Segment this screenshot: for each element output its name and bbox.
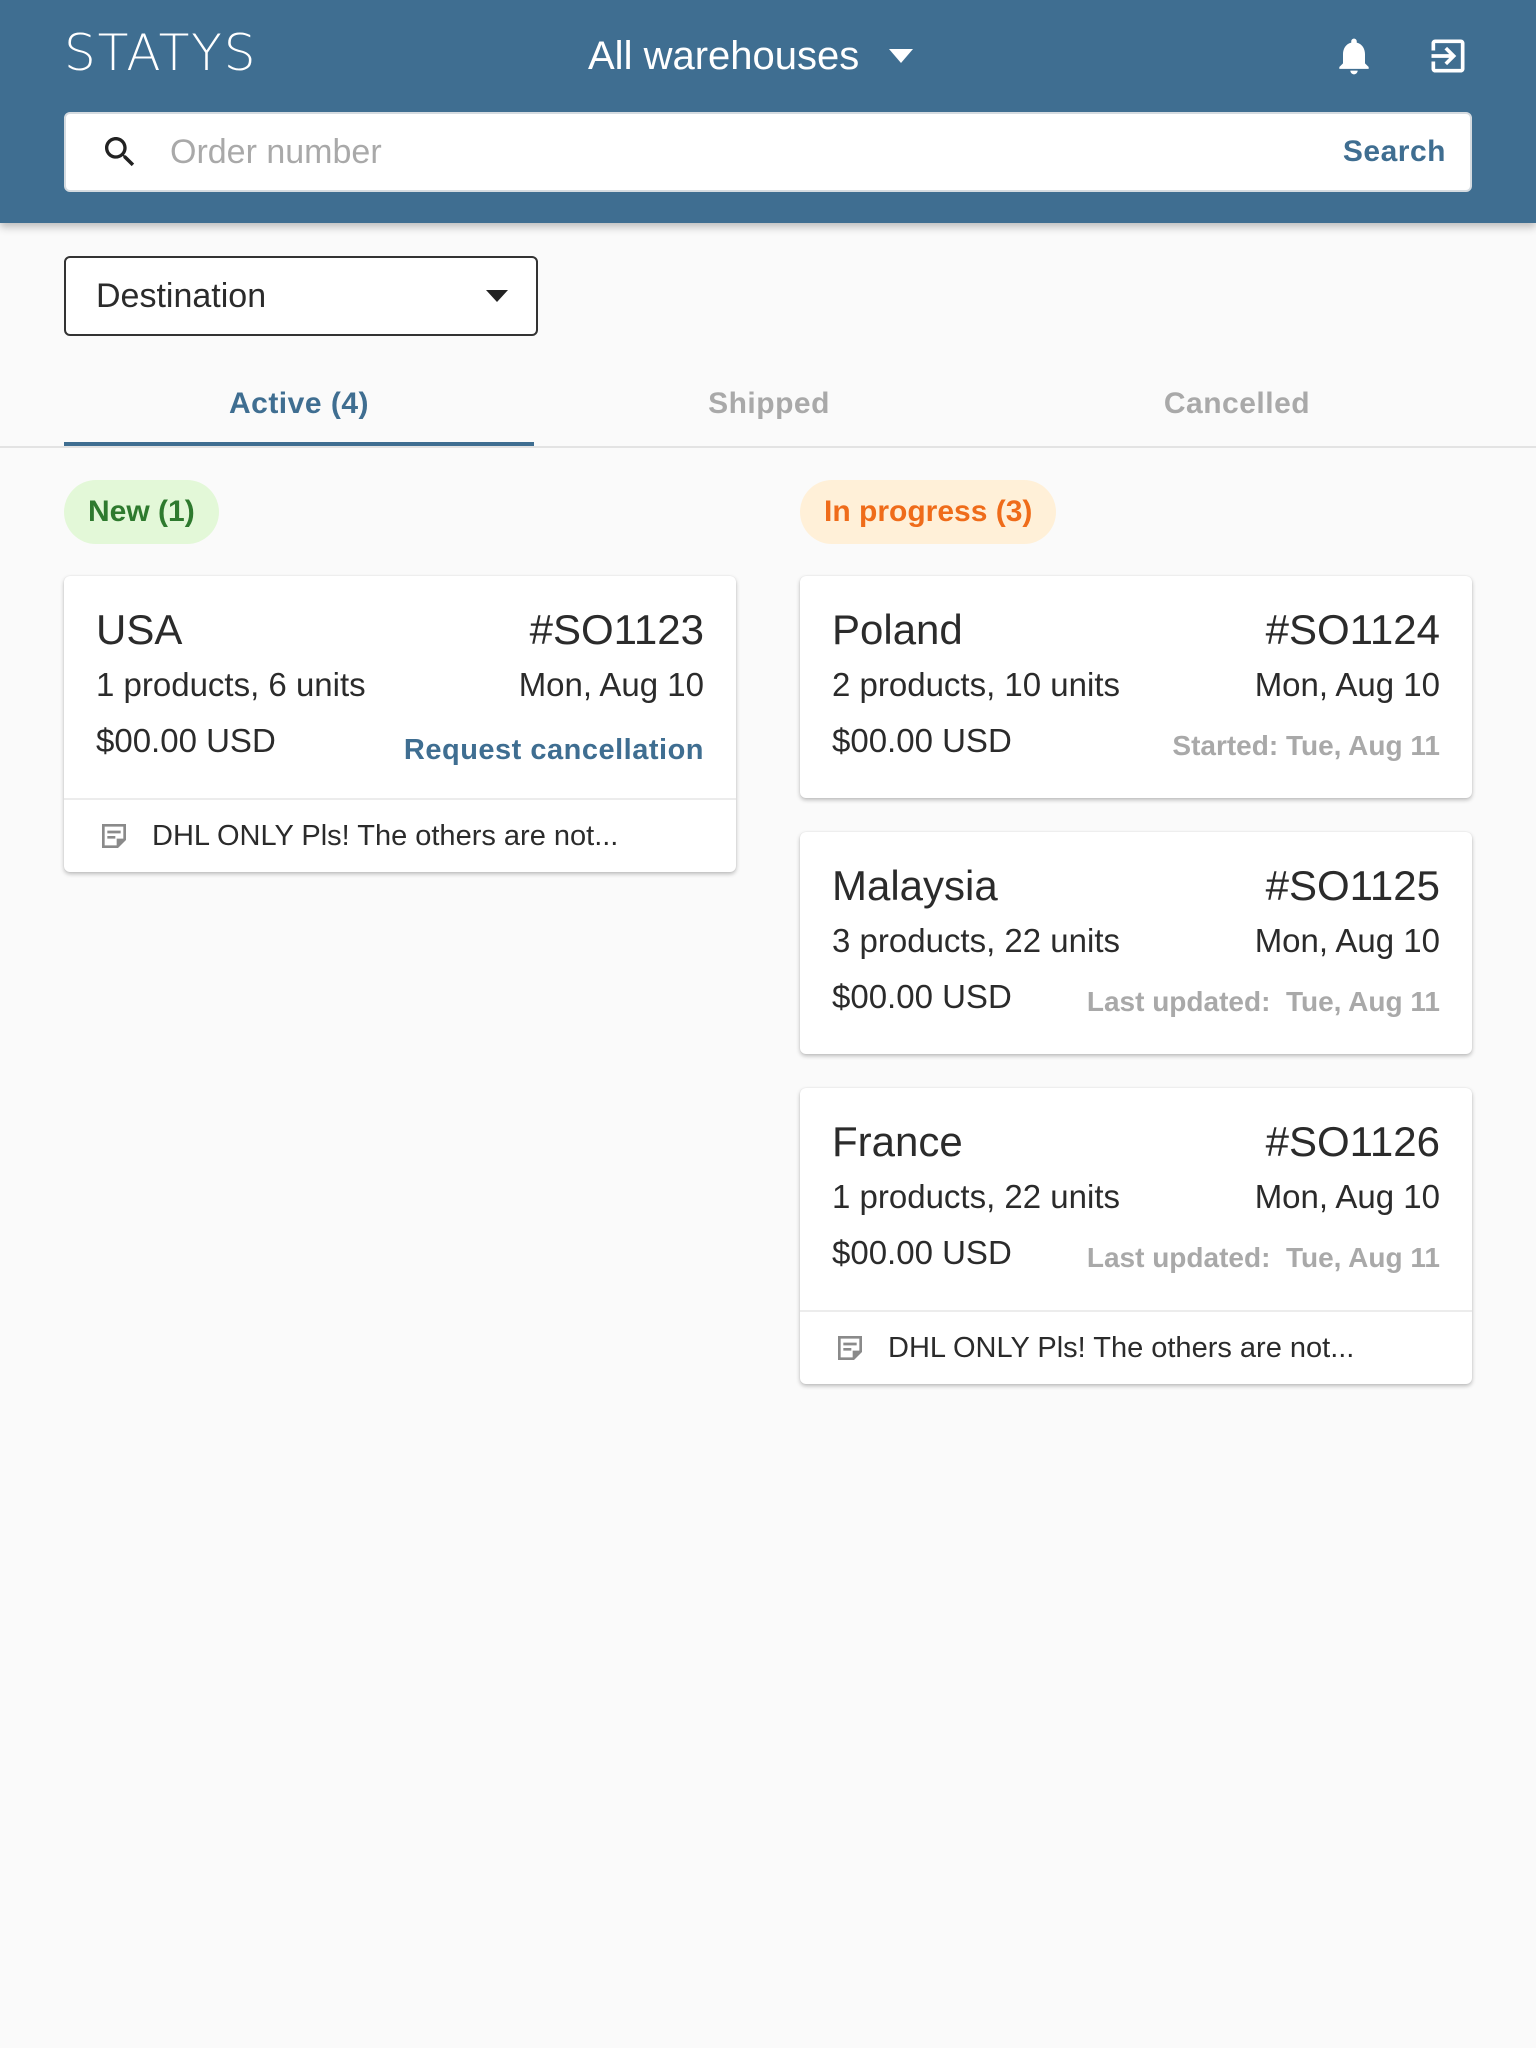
order-products: 3 products, 22 units bbox=[832, 922, 1121, 959]
order-status-meta: Last updated: Tue, Aug 11 bbox=[1086, 986, 1440, 1017]
note-icon bbox=[838, 1336, 862, 1360]
order-card-so1126[interactable]: France #SO1126 1 products, 22 units Mon,… bbox=[800, 1088, 1472, 1384]
order-products: 2 products, 10 units bbox=[832, 666, 1121, 703]
order-date: Mon, Aug 10 bbox=[1254, 1178, 1440, 1215]
order-country: USA bbox=[96, 606, 183, 653]
order-status-meta: Last updated: Tue, Aug 11 bbox=[1086, 1242, 1440, 1273]
order-note-text: DHL ONLY Pls! The others are not... bbox=[888, 1331, 1355, 1364]
order-status-meta: Started: Tue, Aug 11 bbox=[1172, 730, 1440, 761]
order-price: $00.00 USD bbox=[832, 722, 1012, 759]
warehouse-select[interactable]: All warehouses bbox=[588, 28, 914, 84]
tab-shipped[interactable]: Shipped bbox=[534, 360, 1004, 448]
app-header: STATYS All warehouses Search bbox=[0, 0, 1536, 223]
request-cancellation-link[interactable]: Request cancellation bbox=[404, 734, 704, 767]
order-number: #SO1123 bbox=[529, 606, 704, 653]
order-note-text: DHL ONLY Pls! The others are not... bbox=[152, 819, 619, 852]
tab-cancelled[interactable]: Cancelled bbox=[1002, 360, 1472, 448]
destination-select[interactable]: Destination bbox=[64, 256, 538, 336]
order-price: $00.00 USD bbox=[832, 978, 1012, 1015]
tab-active[interactable]: Active (4) bbox=[64, 360, 534, 448]
status-chip-in-progress: In progress (3) bbox=[800, 480, 1057, 544]
status-tabs: Active (4) Shipped Cancelled bbox=[0, 360, 1536, 448]
active-tab-indicator bbox=[64, 442, 534, 446]
app-logo: STATYS bbox=[64, 24, 258, 82]
note-icon bbox=[102, 824, 126, 848]
logout-icon[interactable] bbox=[1422, 30, 1474, 82]
order-price: $00.00 USD bbox=[832, 1234, 1012, 1271]
order-number-input[interactable] bbox=[170, 132, 1343, 172]
order-number: #SO1125 bbox=[1265, 862, 1440, 909]
status-chip-new: New (1) bbox=[64, 480, 219, 544]
order-note: DHL ONLY Pls! The others are not... bbox=[800, 1310, 1472, 1384]
order-price: $00.00 USD bbox=[96, 722, 276, 759]
order-note: DHL ONLY Pls! The others are not... bbox=[64, 798, 736, 872]
caret-down-icon bbox=[486, 290, 508, 302]
order-country: France bbox=[832, 1118, 963, 1165]
warehouse-select-label: All warehouses bbox=[588, 33, 860, 78]
caret-down-icon bbox=[889, 49, 914, 63]
order-date: Mon, Aug 10 bbox=[518, 666, 704, 703]
order-country: Malaysia bbox=[832, 862, 998, 909]
bell-icon[interactable] bbox=[1328, 30, 1380, 82]
order-date: Mon, Aug 10 bbox=[1254, 922, 1440, 959]
search-bar: Search bbox=[64, 112, 1472, 192]
order-products: 1 products, 22 units bbox=[832, 1178, 1121, 1215]
order-card-so1123[interactable]: USA #SO1123 1 products, 6 units Mon, Aug… bbox=[64, 576, 736, 872]
order-card-so1124[interactable]: Poland #SO1124 2 products, 10 units Mon,… bbox=[800, 576, 1472, 798]
order-date: Mon, Aug 10 bbox=[1254, 666, 1440, 703]
destination-select-label: Destination bbox=[96, 276, 267, 315]
order-number: #SO1124 bbox=[1265, 606, 1440, 653]
search-button[interactable]: Search bbox=[1343, 135, 1446, 169]
order-number: #SO1126 bbox=[1265, 1118, 1440, 1165]
search-icon bbox=[105, 137, 135, 167]
order-products: 1 products, 6 units bbox=[96, 666, 366, 703]
order-card-so1125[interactable]: Malaysia #SO1125 3 products, 22 units Mo… bbox=[800, 832, 1472, 1054]
order-country: Poland bbox=[832, 606, 963, 653]
